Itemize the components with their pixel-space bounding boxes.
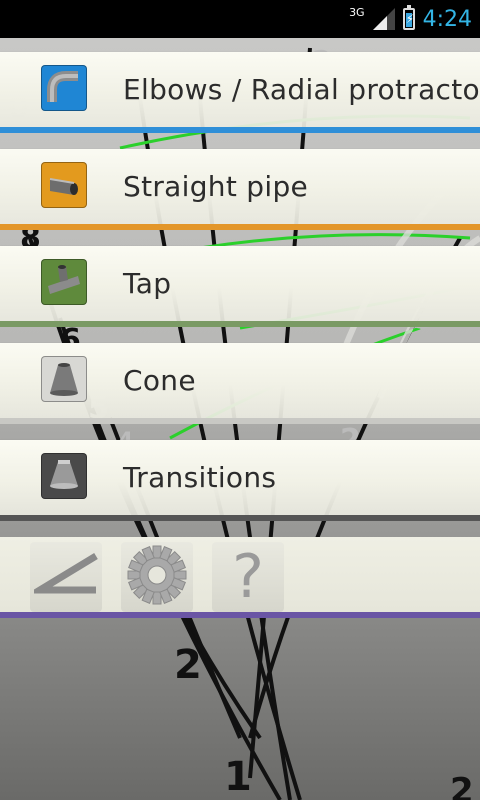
- menu-item-accent-bar: [0, 321, 480, 327]
- elbow-pipe-icon: [41, 65, 87, 111]
- angle-button[interactable]: [27, 542, 102, 612]
- menu-item-label: Elbows / Radial protractor: [123, 73, 480, 106]
- menu-item-cone[interactable]: Cone: [0, 339, 480, 436]
- tool-bar: ?: [0, 537, 480, 612]
- status-bar: 3G ⚡ 4:24: [0, 0, 480, 38]
- menu-item-label: Straight pipe: [123, 170, 309, 203]
- charging-bolt-icon: ⚡: [405, 12, 415, 26]
- dial-number: 2: [174, 642, 202, 688]
- gear-icon: [126, 544, 188, 610]
- straight-pipe-icon: [41, 162, 87, 208]
- menu-item-accent-bar: [0, 127, 480, 133]
- battery-icon: ⚡: [402, 5, 415, 30]
- help-icon: ?: [232, 542, 264, 612]
- toolbar-accent-bar: [0, 612, 480, 618]
- status-clock: 4:24: [422, 6, 472, 32]
- menu-item-transitions[interactable]: Transitions: [0, 436, 480, 533]
- main-menu: Elbows / Radial protractor Straight pipe…: [0, 48, 480, 533]
- menu-item-accent-bar: [0, 224, 480, 230]
- menu-item-tap[interactable]: Tap: [0, 242, 480, 339]
- angle-icon: [27, 550, 98, 604]
- signal-strength-icon: [372, 8, 395, 30]
- network-type-label: 3G: [349, 5, 365, 19]
- transition-icon: [41, 453, 87, 499]
- help-button[interactable]: ?: [212, 542, 284, 612]
- status-icons: 3G ⚡ 4:24: [349, 4, 472, 34]
- menu-item-label: Tap: [123, 267, 172, 300]
- cone-icon: [41, 356, 87, 402]
- tap-pipe-icon: [41, 259, 87, 305]
- menu-item-straight-pipe[interactable]: Straight pipe: [0, 145, 480, 242]
- dial-number: 1: [224, 754, 252, 800]
- menu-item-label: Transitions: [123, 461, 277, 494]
- settings-button[interactable]: [121, 542, 193, 612]
- menu-item-label: Cone: [123, 364, 196, 397]
- menu-item-accent-bar: [0, 418, 480, 424]
- menu-item-accent-bar: [0, 515, 480, 521]
- menu-item-elbows[interactable]: Elbows / Radial protractor: [0, 48, 480, 145]
- dial-number: 2: [450, 771, 474, 800]
